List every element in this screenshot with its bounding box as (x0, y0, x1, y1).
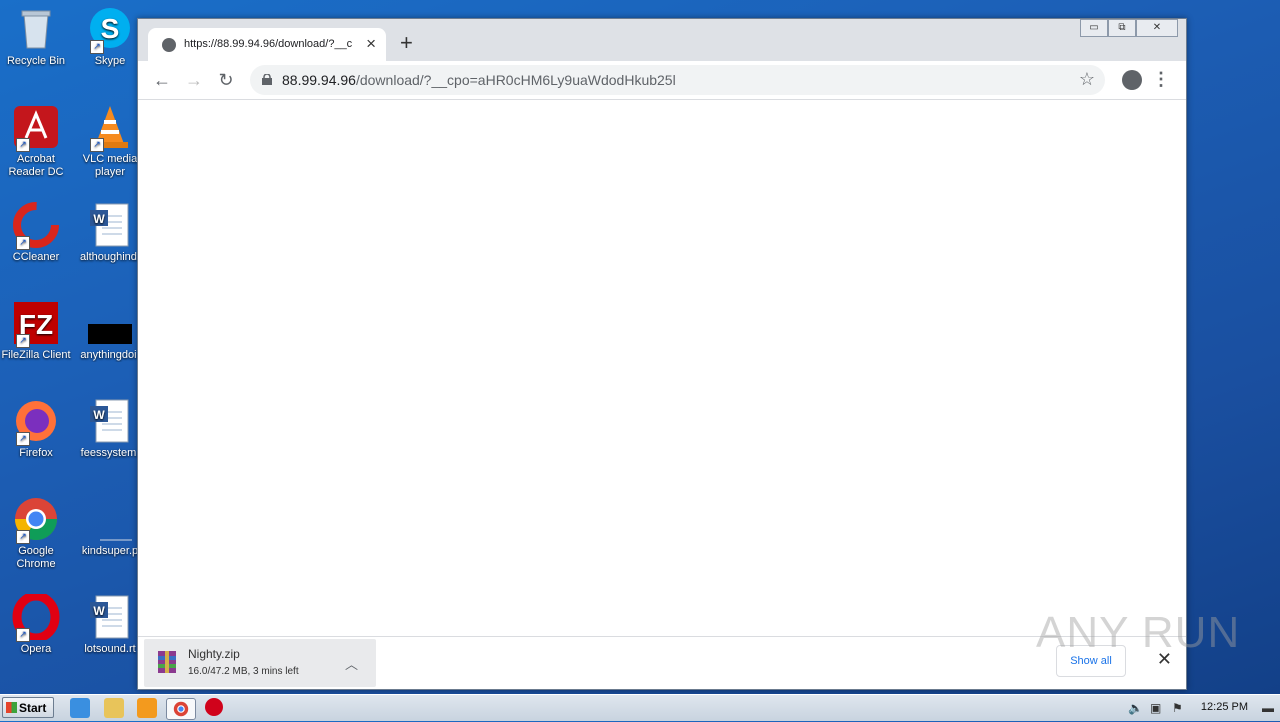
lotsound-desktop-icon[interactable]: W lotsound.rt (74, 594, 146, 656)
feessystem-desktop-icon[interactable]: W feessystem. (74, 398, 146, 460)
chevron-up-icon[interactable]: ︿ (345, 654, 358, 673)
word-document-icon: W (86, 202, 134, 248)
download-status: 16.0/47.2 MB, 3 mins left (188, 666, 299, 677)
chrome-window: https://88.99.94.96/download/?__c × + ▭ … (137, 18, 1187, 690)
anyrun-watermark: ANY RUN (1036, 608, 1241, 657)
restore-button[interactable]: ⧉ (1108, 19, 1136, 37)
recycle-bin-desktop-icon[interactable]: Recycle Bin (0, 6, 72, 68)
close-window-button[interactable]: ✕ (1136, 19, 1178, 37)
download-file-name: Nighty.zip (188, 647, 240, 661)
browser-toolbar: ← → ↻ 88.99.94.96/download/?__cpo=aHR0cH… (138, 61, 1186, 100)
address-bar[interactable]: 88.99.94.96/download/?__cpo=aHR0cHM6Ly9u… (250, 65, 1105, 95)
shortcut-arrow-icon: ↗ (90, 138, 104, 152)
show-desktop-icon[interactable]: ▬ (1262, 701, 1274, 715)
tab-strip: https://88.99.94.96/download/?__c × + ▭ … (138, 19, 1186, 61)
firefox-icon: ↗ (12, 398, 60, 446)
firefox-desktop-icon[interactable]: ↗ Firefox (0, 398, 72, 460)
windows-flag-icon (6, 702, 17, 713)
chrome-taskbar-icon[interactable] (166, 698, 196, 720)
active-tab[interactable]: https://88.99.94.96/download/?__c × (148, 28, 386, 61)
url-host: 88.99.94.96 (282, 72, 356, 88)
acrobat-icon: ↗ (12, 104, 60, 152)
reload-button[interactable]: ↻ (214, 68, 238, 92)
shortcut-arrow-icon: ↗ (16, 334, 30, 348)
volume-icon[interactable]: 🔈 (1128, 701, 1143, 715)
profile-avatar-icon[interactable] (1122, 70, 1142, 90)
taskbar: Start 🔈 ▣ ⚑ 12:25 PM ▬ (0, 694, 1280, 721)
start-button[interactable]: Start (2, 697, 54, 718)
shortcut-arrow-icon: ↗ (16, 530, 30, 544)
kindsuper-desktop-icon[interactable]: kindsuper.p (74, 496, 146, 558)
shortcut-arrow-icon: ↗ (16, 432, 30, 446)
shortcut-arrow-icon: ↗ (16, 138, 30, 152)
recycle-bin-icon (12, 6, 60, 52)
filezilla-desktop-icon[interactable]: FZ ↗ FileZilla Client (0, 300, 72, 362)
download-item[interactable]: Nighty.zip 16.0/47.2 MB, 3 mins left ︿ (144, 639, 376, 687)
opera-desktop-icon[interactable]: ↗ Opera (0, 591, 72, 656)
vlc-desktop-icon[interactable]: ↗ VLC media player (74, 104, 146, 179)
black-thumbnail-icon (86, 300, 134, 346)
skype-desktop-icon[interactable]: S ↗ Skype (74, 6, 146, 68)
vlc-cone-icon: ↗ (86, 104, 134, 152)
shortcut-arrow-icon: ↗ (16, 236, 30, 250)
filezilla-icon: FZ ↗ (12, 300, 60, 348)
window-controls: ▭ ⧉ ✕ (1080, 19, 1178, 37)
zip-archive-icon (158, 651, 176, 673)
media-player-taskbar-icon[interactable] (137, 698, 157, 718)
althoughind-desktop-icon[interactable]: W althoughind. (74, 202, 146, 264)
tab-close-icon[interactable]: × (366, 34, 376, 54)
new-tab-button[interactable]: + (400, 30, 413, 56)
ccleaner-icon: ↗ (12, 202, 60, 250)
url-text: 88.99.94.96/download/?__cpo=aHR0cHM6Ly9u… (282, 72, 676, 88)
system-tray: 🔈 ▣ ⚑ 12:25 PM ▬ (1120, 695, 1280, 721)
ccleaner-desktop-icon[interactable]: ↗ CCleaner (0, 202, 72, 264)
globe-icon (162, 38, 176, 52)
url-path: /download/?__cpo=aHR0cHM6Ly9uaWdodHkub25… (355, 72, 676, 88)
opera-icon: ↗ (12, 591, 60, 643)
menu-kebab-icon[interactable]: ⋮ (1152, 69, 1170, 90)
start-label: Start (19, 701, 47, 715)
chrome-icon: ↗ (12, 496, 60, 544)
shortcut-arrow-icon: ↗ (16, 628, 30, 642)
clock[interactable]: 12:25 PM (1201, 701, 1248, 713)
shortcut-arrow-icon: ↗ (90, 40, 104, 54)
lock-icon (262, 74, 272, 85)
blank-file-icon (86, 496, 134, 542)
download-shelf: Nighty.zip 16.0/47.2 MB, 3 mins left ︿ S… (138, 636, 1186, 689)
back-button[interactable]: ← (150, 68, 174, 92)
opera-taskbar-icon[interactable] (205, 698, 223, 716)
ie-taskbar-icon[interactable] (70, 698, 90, 718)
forward-button[interactable]: → (182, 68, 206, 92)
bookmark-star-icon[interactable]: ☆ (1079, 69, 1095, 90)
word-document-icon: W (86, 398, 134, 444)
action-center-flag-icon[interactable]: ⚑ (1172, 701, 1183, 715)
tab-title: https://88.99.94.96/download/?__c (184, 38, 353, 50)
acrobat-desktop-icon[interactable]: ↗ Acrobat Reader DC (0, 104, 72, 179)
word-document-icon: W (86, 594, 134, 640)
skype-icon: S ↗ (86, 6, 134, 54)
network-icon[interactable]: ▣ (1150, 701, 1161, 715)
svg-text:W: W (93, 604, 105, 618)
anythingdoi-desktop-icon[interactable]: anythingdoi. (74, 300, 146, 362)
chrome-desktop-icon[interactable]: ↗ Google Chrome (0, 496, 72, 571)
minimize-button[interactable]: ▭ (1080, 19, 1108, 37)
explorer-taskbar-icon[interactable] (104, 698, 124, 718)
svg-text:W: W (93, 408, 105, 422)
svg-text:W: W (93, 212, 105, 226)
